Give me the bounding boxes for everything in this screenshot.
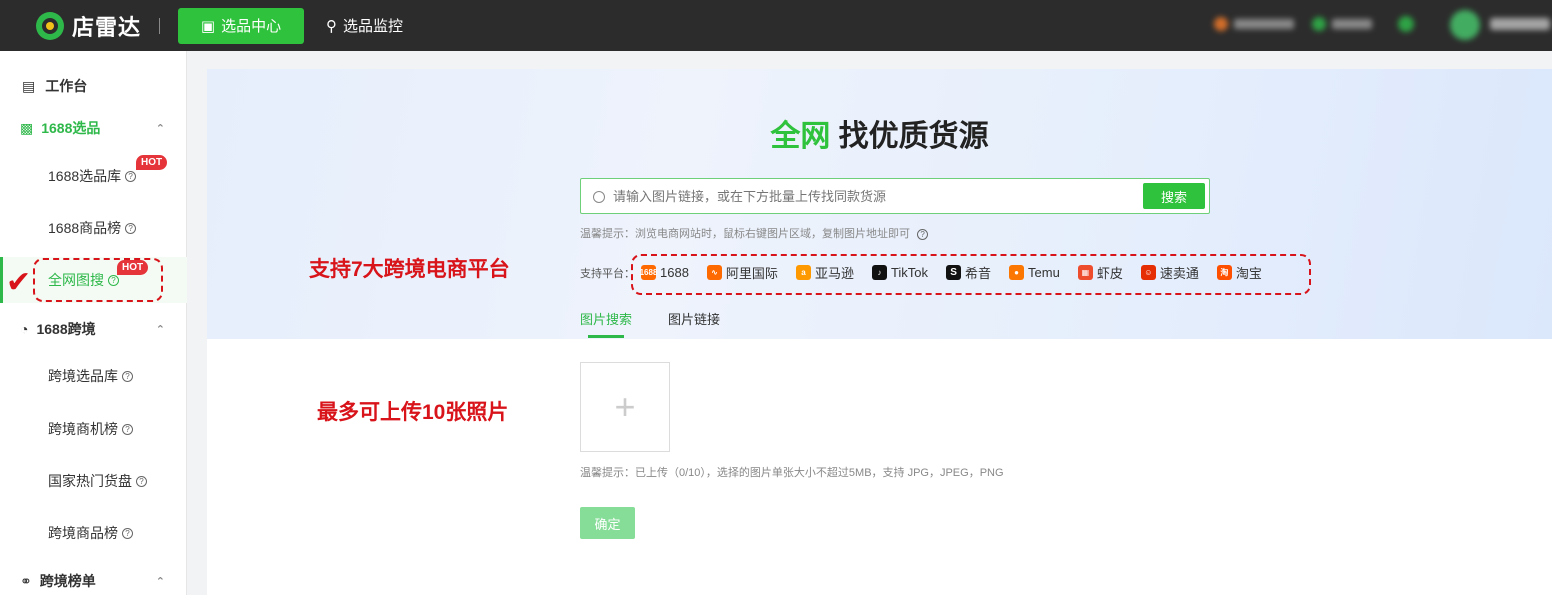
help-icon[interactable]: ? xyxy=(136,475,147,487)
help-icon[interactable]: ? xyxy=(917,229,929,240)
search-icon xyxy=(593,191,605,203)
hero-banner: 全网 找优质货源 搜索 温馨提示：浏览电商网站时，鼠标右键图片区域，复制图片地址… xyxy=(207,69,1552,339)
annotation-upload-note: 最多可上传10张照片 xyxy=(317,401,509,424)
platform-label: 支持平台： xyxy=(580,267,635,280)
sidebar-item-label: 国家热门货盘 xyxy=(48,473,132,489)
search-tip: 温馨提示：浏览电商网站时，鼠标右键图片区域，复制图片地址即可 ? xyxy=(580,225,929,241)
sidebar-group-label: 1688跨境 xyxy=(36,321,96,337)
annotation-platforms-note: 支持7大跨境电商平台 xyxy=(309,258,510,281)
search-button[interactable]: 搜索 xyxy=(1143,183,1205,209)
sidebar-group-label: 跨境榜单 xyxy=(39,573,96,589)
sidebar-group-1688-cross[interactable]: ◔ 1688跨境 ⌃ xyxy=(0,318,187,340)
page-title: 全网 找优质货源 xyxy=(207,111,1552,155)
globe-icon: ◔ xyxy=(20,321,29,337)
search-mode-tabs: 图片搜索 图片链接 xyxy=(580,309,756,338)
blurred-text xyxy=(1234,19,1294,29)
tab-image-link[interactable]: 图片链接 xyxy=(668,309,720,336)
status-icon xyxy=(1312,17,1326,31)
divider xyxy=(159,17,161,34)
sidebar-item-label: 跨境商机榜 xyxy=(48,421,118,437)
confirm-button[interactable]: 确定 xyxy=(580,507,635,539)
sidebar-item-cross-opportunity[interactable]: 跨境商机榜 ? xyxy=(0,418,187,440)
page-title-highlight: 全网 xyxy=(770,120,831,153)
sidebar-group-1688[interactable]: ▩ 1688选品 ⌃ xyxy=(0,117,187,139)
blurred-text xyxy=(1332,19,1372,29)
chevron-up-icon: ⌃ xyxy=(155,575,165,588)
help-icon[interactable]: ? xyxy=(125,222,137,234)
sidebar-item-label: 工作台 xyxy=(45,78,88,94)
page-title-text: 找优质货源 xyxy=(838,120,989,153)
bag-icon: ▣ xyxy=(200,17,216,35)
blurred-username[interactable] xyxy=(1490,18,1550,30)
document-icon: ▤ xyxy=(22,77,36,94)
annotation-highlight-box xyxy=(33,258,163,302)
sidebar-item-label: 1688选品库 xyxy=(48,168,122,184)
image-upload-box[interactable]: + xyxy=(580,362,670,452)
nav-product-monitor[interactable]: ⚲ 选品监控 xyxy=(326,15,403,36)
help-icon[interactable]: ? xyxy=(122,527,133,539)
avatar[interactable] xyxy=(1450,10,1480,40)
sidebar: ▤ 工作台 ▩ 1688选品 ⌃ 1688选品库 ? HOT 1688商品榜 ?… xyxy=(0,51,187,595)
brand-logo[interactable]: 店雷达 xyxy=(36,10,141,42)
nav-product-center-label: 选品中心 xyxy=(221,18,282,35)
sidebar-group-label: 1688选品 xyxy=(41,120,101,136)
chevron-up-icon: ⌃ xyxy=(155,323,165,336)
nav-product-center[interactable]: ▣ 选品中心 xyxy=(178,7,305,44)
sidebar-item-cross-library[interactable]: 跨境选品库 ? xyxy=(0,365,187,387)
active-indicator xyxy=(0,257,3,303)
location-pin-icon: ⚲ xyxy=(326,17,338,35)
status-icon xyxy=(1214,17,1228,31)
search-bar: 搜索 xyxy=(580,178,1210,214)
sidebar-item-label: 跨境选品库 xyxy=(48,368,118,384)
upload-tip: 温馨提示：已上传（0/10），选择的图片单张大小不超过5MB，支持 JPG，JP… xyxy=(580,467,1004,479)
hot-badge: HOT xyxy=(136,155,168,170)
shop-basket-icon: ▩ xyxy=(20,119,34,136)
help-icon[interactable]: ? xyxy=(125,170,137,182)
tab-image-search[interactable]: 图片搜索 xyxy=(580,309,632,338)
planet-icon: ⚭ xyxy=(20,572,32,589)
sidebar-group-cross-list[interactable]: ⚭ 跨境榜单 ⌃ xyxy=(0,570,187,592)
search-tip-text: 温馨提示：浏览电商网站时，鼠标右键图片区域，复制图片地址即可 xyxy=(580,228,910,240)
annotation-platform-box xyxy=(631,254,1311,295)
sidebar-item-label: 1688商品榜 xyxy=(48,220,122,236)
help-icon[interactable]: ? xyxy=(122,423,133,435)
sidebar-item-1688-rank[interactable]: 1688商品榜 ? xyxy=(0,217,187,239)
chevron-up-icon: ⌃ xyxy=(155,122,165,135)
image-search-card: 全网 找优质货源 搜索 温馨提示：浏览电商网站时，鼠标右键图片区域，复制图片地址… xyxy=(207,69,1552,595)
plus-icon: + xyxy=(614,386,636,427)
nav-product-monitor-label: 选品监控 xyxy=(343,18,404,35)
sidebar-item-country-hot[interactable]: 国家热门货盘 ? xyxy=(0,470,187,492)
sidebar-item-label: 跨境商品榜 xyxy=(48,525,118,541)
blurred-status-2[interactable] xyxy=(1312,14,1392,34)
checkmark-icon: ✔ xyxy=(6,266,32,299)
add-icon[interactable] xyxy=(1398,16,1414,32)
blurred-status-1[interactable] xyxy=(1214,14,1294,34)
search-input[interactable] xyxy=(613,179,1113,213)
sidebar-item-workbench[interactable]: ▤ 工作台 xyxy=(0,75,187,97)
brand-name: 店雷达 xyxy=(72,14,142,40)
help-icon[interactable]: ? xyxy=(122,370,133,382)
radar-logo-icon xyxy=(36,11,64,40)
sidebar-item-1688-library[interactable]: 1688选品库 ? HOT xyxy=(0,155,187,187)
sidebar-item-cross-rank[interactable]: 跨境商品榜 ? xyxy=(0,522,187,544)
